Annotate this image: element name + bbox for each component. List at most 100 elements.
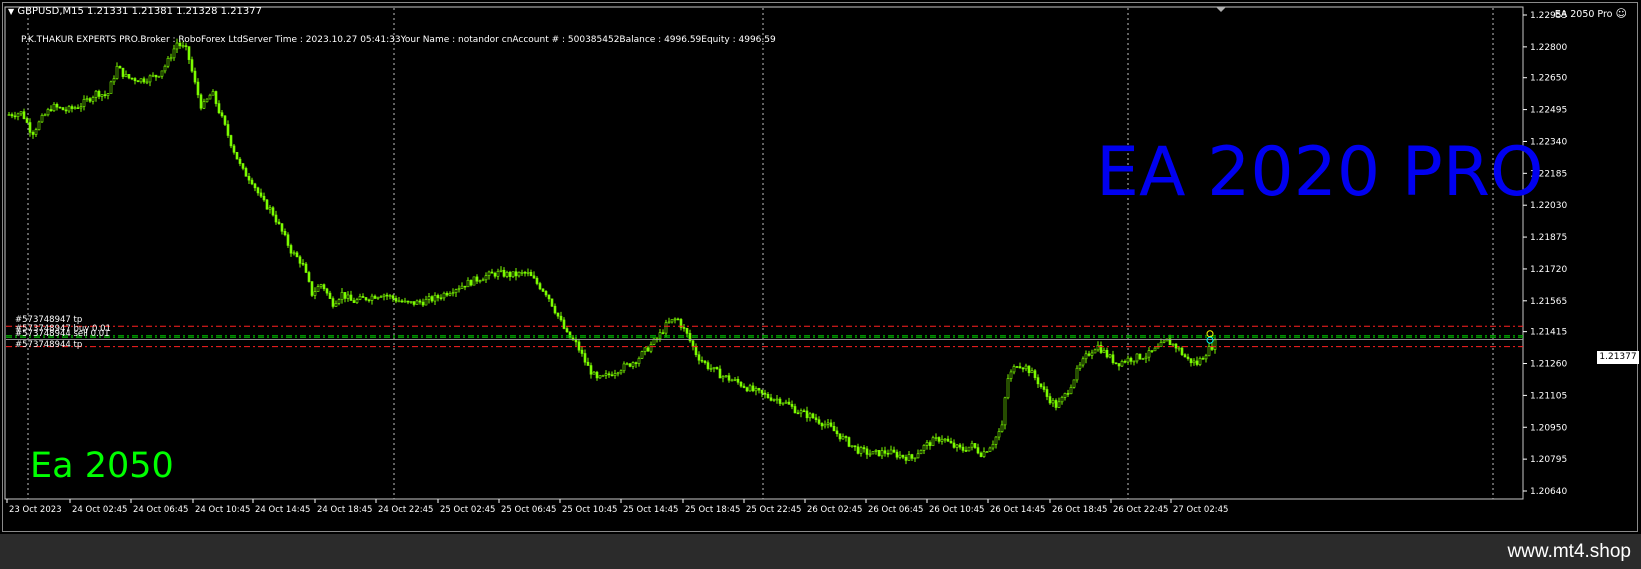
candle-body bbox=[70, 106, 74, 109]
candle-body bbox=[526, 271, 530, 274]
candle-body bbox=[487, 271, 491, 276]
candle-body bbox=[319, 284, 323, 287]
candle-body bbox=[160, 70, 164, 77]
candle-body bbox=[517, 271, 521, 277]
candle-body bbox=[94, 90, 98, 98]
candle-body bbox=[169, 57, 173, 60]
candle-body bbox=[34, 129, 38, 135]
trade-marker bbox=[1206, 336, 1214, 344]
candle-body bbox=[841, 436, 845, 440]
candle-body bbox=[451, 292, 455, 294]
candle-body bbox=[556, 312, 560, 317]
candle-body bbox=[982, 451, 986, 457]
price-chart[interactable]: 1.229551.228001.226501.224951.223401.221… bbox=[3, 3, 1639, 533]
candle-body bbox=[565, 328, 569, 333]
candle-body bbox=[226, 124, 230, 136]
candle-body bbox=[1201, 358, 1205, 360]
candle-body bbox=[898, 454, 902, 458]
candle-body bbox=[121, 67, 125, 77]
candle-body bbox=[1204, 355, 1208, 360]
candle-body bbox=[1012, 366, 1016, 373]
candle-body bbox=[1078, 364, 1082, 369]
candle-body bbox=[883, 450, 887, 454]
price-axis-label: 1.21720 bbox=[1530, 265, 1567, 275]
candle-body bbox=[403, 300, 407, 303]
candle-body bbox=[85, 98, 89, 100]
candle-body bbox=[817, 419, 821, 424]
candle-body bbox=[1162, 340, 1166, 343]
ea-name-text: EA 2050 Pro bbox=[1554, 9, 1613, 20]
candle-body bbox=[484, 275, 488, 281]
candle-body bbox=[754, 388, 758, 392]
candle-body bbox=[376, 296, 380, 299]
price-axis-label: 1.21260 bbox=[1530, 360, 1567, 370]
candle-body bbox=[355, 299, 359, 303]
candle-body bbox=[202, 101, 206, 109]
candle-body bbox=[295, 252, 299, 258]
candle-body bbox=[1039, 383, 1043, 387]
candle-body bbox=[943, 438, 947, 441]
chart-frame[interactable]: 1.22955 1.22800 1.22650 1.22495 1.22340 1.221… bbox=[2, 2, 1639, 533]
candle-body bbox=[394, 298, 398, 302]
candle-body bbox=[367, 299, 371, 302]
time-axis-label: 26 Oct 22:45 bbox=[1113, 505, 1168, 515]
chart-menu-icon[interactable]: ▼ bbox=[8, 7, 14, 16]
candle-body bbox=[961, 446, 965, 451]
candle-body bbox=[25, 118, 29, 123]
candle-body bbox=[46, 109, 50, 116]
candle-body bbox=[79, 106, 83, 109]
candle-body bbox=[607, 373, 611, 376]
candle-body bbox=[535, 277, 539, 284]
candle-body bbox=[748, 385, 752, 392]
candle-body bbox=[784, 401, 788, 404]
candle-body bbox=[436, 295, 440, 299]
candle-body bbox=[199, 94, 203, 109]
candle-body bbox=[769, 397, 773, 401]
ea-title-overlay: EA 2020 PRO bbox=[1096, 133, 1544, 212]
candle-body bbox=[715, 366, 719, 370]
candle-body bbox=[1111, 354, 1115, 364]
candle-body bbox=[1042, 386, 1046, 390]
candle-body bbox=[130, 77, 134, 80]
candle-body bbox=[1048, 396, 1052, 404]
time-axis-label: 25 Oct 02:45 bbox=[440, 505, 495, 515]
current-price-badge: 1.21377 bbox=[1597, 351, 1639, 364]
candle-body bbox=[1129, 357, 1133, 362]
candle-body bbox=[181, 45, 185, 47]
candle-body bbox=[16, 113, 20, 117]
time-axis-label: 23 Oct 2023 bbox=[9, 505, 62, 515]
candle-body bbox=[298, 256, 302, 264]
candle-body bbox=[988, 447, 992, 452]
candle-body bbox=[1138, 353, 1142, 360]
candle-body bbox=[61, 107, 65, 111]
candle-body bbox=[532, 275, 536, 279]
candle-body bbox=[1060, 397, 1064, 403]
candle-body bbox=[994, 436, 998, 445]
candle-body bbox=[463, 285, 467, 288]
chart-shift-marker-icon bbox=[1216, 7, 1226, 12]
candle-body bbox=[736, 378, 740, 383]
candle-body bbox=[523, 271, 527, 274]
candle-body bbox=[949, 441, 953, 444]
candle-body bbox=[388, 295, 392, 297]
candle-body bbox=[721, 376, 725, 379]
candle-body bbox=[796, 412, 800, 415]
candle-body bbox=[757, 388, 761, 391]
candle-body bbox=[88, 98, 92, 102]
price-axis-label: 1.21415 bbox=[1530, 328, 1567, 338]
candle-body bbox=[490, 271, 494, 274]
candle-body bbox=[727, 375, 731, 381]
candle-body bbox=[1084, 353, 1088, 360]
candle-body bbox=[427, 296, 431, 300]
expert-advisor-label[interactable]: EA 2050 Pro ☺ bbox=[1555, 7, 1627, 20]
candle-body bbox=[421, 301, 425, 306]
candle-body bbox=[214, 91, 218, 104]
candle-body bbox=[787, 401, 791, 405]
candle-body bbox=[232, 145, 236, 153]
time-axis-label: 24 Oct 06:45 bbox=[133, 505, 188, 515]
candle-body bbox=[358, 296, 362, 300]
candle-body bbox=[850, 445, 854, 447]
candle-body bbox=[1177, 347, 1181, 350]
candle-body bbox=[1213, 339, 1217, 350]
candle-body bbox=[19, 111, 23, 115]
